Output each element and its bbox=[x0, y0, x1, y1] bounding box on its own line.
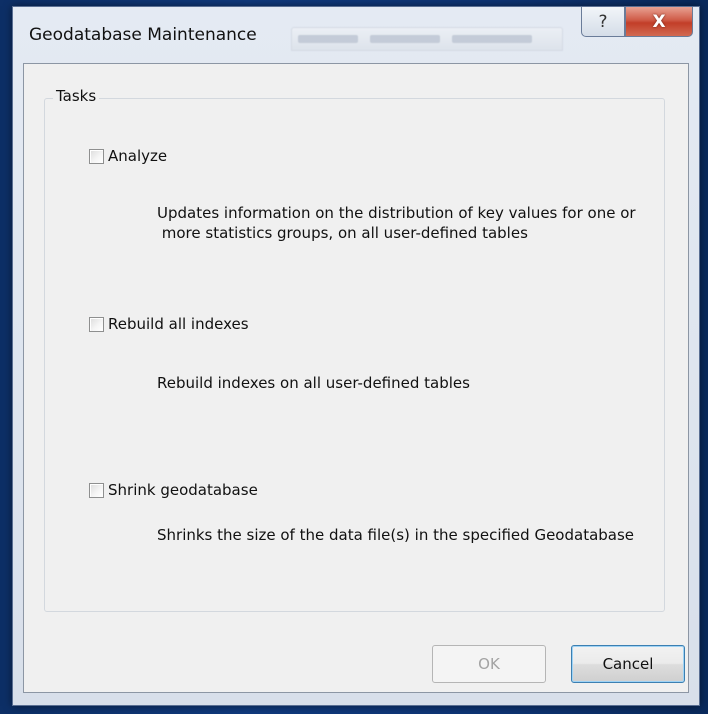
shrink-geodatabase-checkbox[interactable]: Shrink geodatabase bbox=[89, 481, 258, 499]
geodatabase-maintenance-dialog: Geodatabase Maintenance ? X Tasks Analyz… bbox=[12, 6, 700, 706]
help-icon: ? bbox=[598, 11, 608, 32]
rebuild-indexes-checkbox-box[interactable] bbox=[89, 316, 104, 332]
ok-button[interactable]: OK bbox=[432, 645, 546, 683]
tasks-group: Tasks Analyze Updates information on the… bbox=[44, 87, 665, 612]
shrink-geodatabase-label: Shrink geodatabase bbox=[108, 481, 258, 499]
rebuild-indexes-label: Rebuild all indexes bbox=[108, 315, 249, 333]
title-bar[interactable]: Geodatabase Maintenance ? X bbox=[13, 7, 699, 63]
cancel-button[interactable]: Cancel bbox=[571, 645, 685, 683]
analyze-checkbox-box[interactable] bbox=[89, 148, 104, 164]
close-button[interactable]: X bbox=[625, 7, 693, 37]
analyze-label: Analyze bbox=[108, 147, 168, 165]
dialog-content: Tasks Analyze Updates information on the… bbox=[23, 63, 689, 693]
analyze-checkbox[interactable]: Analyze bbox=[89, 147, 167, 165]
rebuild-indexes-checkbox[interactable]: Rebuild all indexes bbox=[89, 315, 249, 333]
close-icon: X bbox=[652, 11, 666, 32]
window-title: Geodatabase Maintenance bbox=[29, 25, 257, 45]
analyze-description: Updates information on the distribution … bbox=[157, 204, 636, 242]
background-window-tabs bbox=[291, 27, 563, 51]
tasks-group-label: Tasks bbox=[53, 87, 100, 105]
help-button[interactable]: ? bbox=[581, 7, 625, 37]
shrink-geodatabase-checkbox-box[interactable] bbox=[89, 482, 104, 498]
rebuild-indexes-description: Rebuild indexes on all user-defined tabl… bbox=[157, 374, 470, 392]
shrink-geodatabase-description: Shrinks the size of the data file(s) in … bbox=[157, 526, 635, 544]
